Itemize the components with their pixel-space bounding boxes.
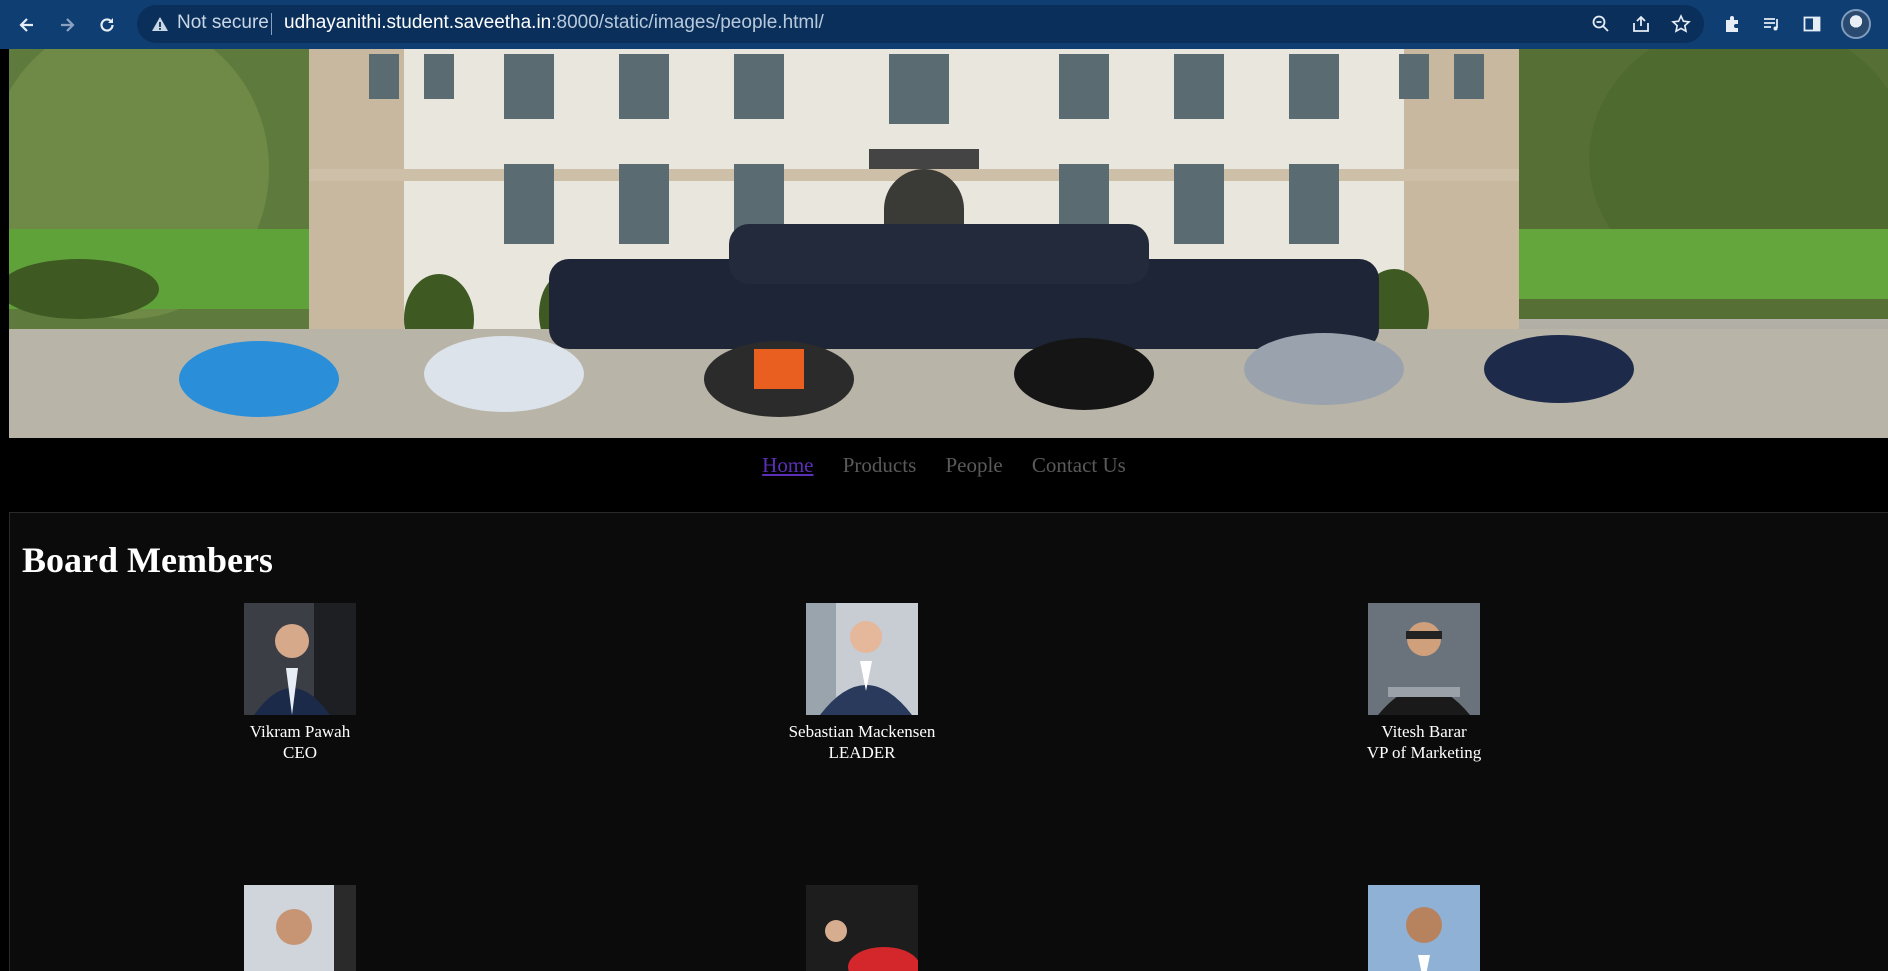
browser-toolbar: Not secure udhayanithi.student.saveetha.… xyxy=(0,0,1888,49)
omnibox-divider xyxy=(271,13,272,35)
member-photo xyxy=(244,885,356,971)
side-panel-icon[interactable] xyxy=(1800,12,1824,36)
board-members-section: Board Members Vikram Pawah CEO Sebastian… xyxy=(9,512,1888,971)
warning-icon[interactable] xyxy=(151,15,169,33)
member-card: Vitesh Barar VP of Marketing xyxy=(1324,603,1524,763)
member-role: LEADER xyxy=(828,743,896,762)
member-card xyxy=(1324,885,1524,971)
member-role: VP of Marketing xyxy=(1366,743,1482,762)
profile-avatar[interactable] xyxy=(1841,9,1871,39)
member-role: CEO xyxy=(283,743,317,762)
member-name: Vitesh Barar xyxy=(1381,722,1467,741)
zoom-icon[interactable] xyxy=(1589,12,1613,36)
member-photo xyxy=(1368,603,1480,715)
member-name: Sebastian Mackensen xyxy=(788,722,936,741)
share-icon[interactable] xyxy=(1629,12,1653,36)
nav-link-products[interactable]: Products xyxy=(843,453,917,478)
nav-link-home[interactable]: Home xyxy=(762,453,813,478)
web-page: Home Products People Contact Us Board Me… xyxy=(0,49,1888,971)
member-card xyxy=(762,885,962,971)
star-icon[interactable] xyxy=(1669,12,1693,36)
main-nav: Home Products People Contact Us xyxy=(0,453,1888,478)
member-photo xyxy=(244,603,356,715)
security-label[interactable]: Not secure xyxy=(177,12,269,34)
section-title: Board Members xyxy=(22,540,273,580)
url-path: :8000/static/images/people.html/ xyxy=(551,12,824,33)
forward-icon[interactable] xyxy=(52,10,82,40)
url-host: udhayanithi.student.saveetha.in xyxy=(284,12,552,33)
member-card: Sebastian Mackensen LEADER xyxy=(762,603,962,763)
hero-banner-image xyxy=(9,49,1888,438)
member-photo xyxy=(806,885,918,971)
media-icon[interactable] xyxy=(1760,12,1784,36)
member-name: Vikram Pawah xyxy=(249,722,351,741)
member-photo xyxy=(1368,885,1480,971)
extensions-icon[interactable] xyxy=(1720,12,1744,36)
member-card: Vikram Pawah CEO xyxy=(200,603,400,763)
reload-icon[interactable] xyxy=(92,10,122,40)
nav-link-people[interactable]: People xyxy=(946,453,1003,478)
back-icon[interactable] xyxy=(12,10,42,40)
member-card xyxy=(200,885,400,971)
nav-link-contact-us[interactable]: Contact Us xyxy=(1032,453,1126,478)
member-photo xyxy=(806,603,918,715)
url-text[interactable]: udhayanithi.student.saveetha.in:8000/sta… xyxy=(284,12,824,34)
